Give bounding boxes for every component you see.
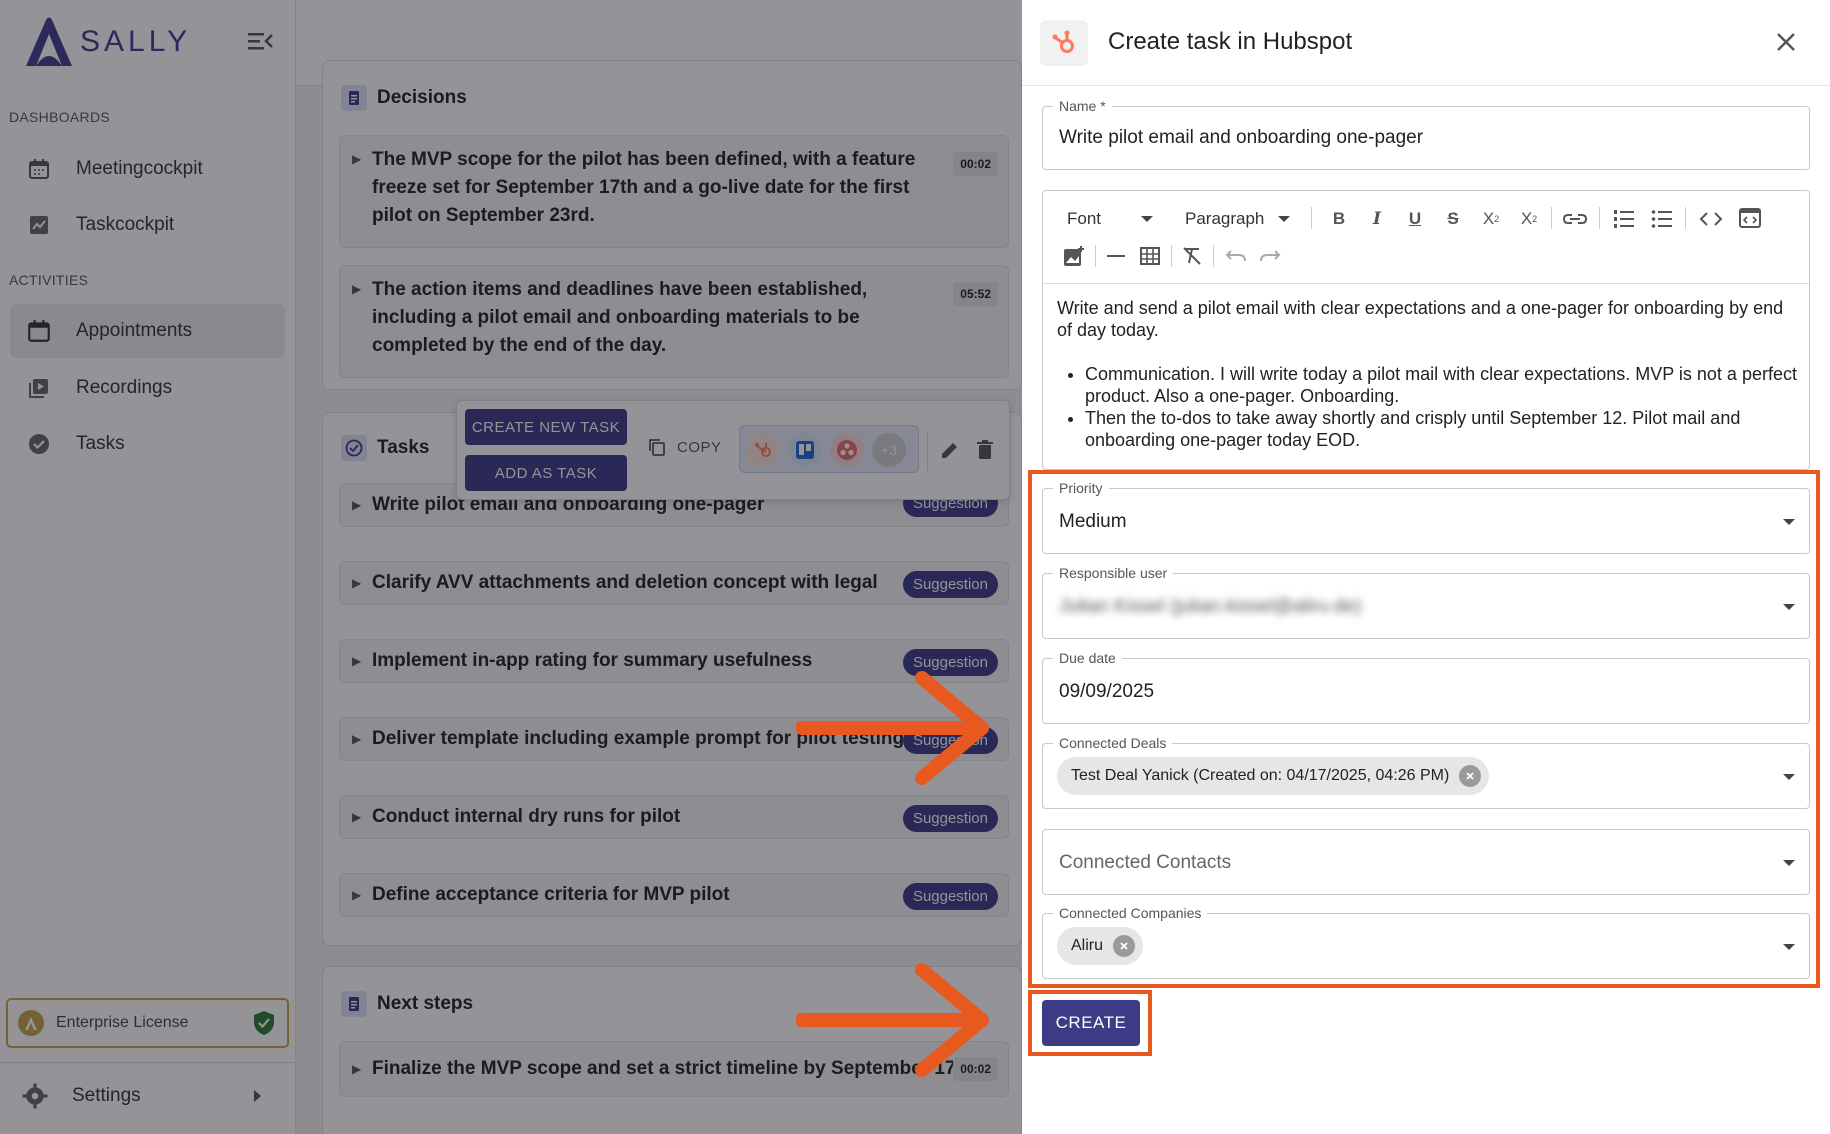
description-editor[interactable]: Font Paragraph B I U S X2 X2 Write and s…	[1042, 190, 1810, 470]
table-icon[interactable]	[1139, 245, 1161, 267]
toolbar-divider	[1095, 245, 1096, 267]
bold-icon[interactable]: B	[1327, 207, 1351, 231]
chevron-down-icon	[1141, 216, 1154, 222]
toolbar-divider	[1685, 207, 1686, 229]
paragraph-select-label: Paragraph	[1185, 209, 1265, 228]
code-block-icon[interactable]	[1739, 207, 1761, 229]
strikethrough-icon[interactable]: S	[1441, 207, 1465, 231]
toolbar-divider	[1311, 207, 1312, 229]
underline-icon[interactable]: U	[1403, 207, 1427, 231]
editor-toolbar: Font Paragraph B I U S X2 X2	[1043, 191, 1809, 284]
horizontal-rule-icon[interactable]	[1105, 247, 1127, 265]
dialog-header: Create task in Hubspot	[1022, 0, 1830, 86]
chevron-down-icon	[1278, 216, 1291, 222]
toolbar-divider	[1171, 245, 1172, 267]
paragraph-select[interactable]: Paragraph	[1185, 209, 1291, 229]
toolbar-divider	[1599, 207, 1600, 229]
font-select-label: Font	[1067, 209, 1102, 228]
task-name-field[interactable]: Name * Write pilot email and onboarding …	[1042, 98, 1810, 170]
toolbar-divider	[1551, 207, 1552, 229]
close-icon[interactable]	[1774, 30, 1798, 54]
ordered-list-icon[interactable]	[1613, 209, 1635, 229]
hubspot-logo-icon	[1040, 20, 1088, 66]
undo-icon[interactable]	[1225, 247, 1247, 265]
subscript-icon[interactable]: X2	[1479, 207, 1503, 231]
italic-icon[interactable]: I	[1365, 207, 1389, 231]
editor-bullet-list: Communication. I will write today a pilo…	[1057, 363, 1797, 451]
annotation-arrow-icon	[796, 963, 989, 1077]
editor-bullet: Communication. I will write today a pilo…	[1085, 363, 1797, 407]
toolbar-divider	[1213, 245, 1214, 267]
link-icon[interactable]	[1563, 209, 1587, 229]
editor-content[interactable]: Write and send a pilot email with clear …	[1057, 297, 1797, 451]
highlight-box	[1028, 470, 1820, 988]
editor-bullet: Then the to-dos to take away shortly and…	[1085, 407, 1797, 451]
task-name-input[interactable]: Write pilot email and onboarding one-pag…	[1059, 127, 1423, 149]
bullet-list-icon[interactable]	[1651, 209, 1673, 229]
clear-format-icon[interactable]	[1181, 245, 1203, 267]
field-label: Name *	[1053, 98, 1112, 114]
font-select[interactable]: Font	[1067, 209, 1154, 229]
annotation-arrow-icon	[796, 671, 989, 785]
editor-paragraph: Write and send a pilot email with clear …	[1057, 298, 1784, 340]
create-button[interactable]: CREATE	[1042, 1000, 1140, 1046]
insert-image-icon[interactable]	[1063, 245, 1085, 267]
superscript-icon[interactable]: X2	[1517, 207, 1541, 231]
code-icon[interactable]	[1699, 209, 1723, 229]
redo-icon[interactable]	[1259, 247, 1281, 265]
dialog-title: Create task in Hubspot	[1108, 28, 1353, 55]
